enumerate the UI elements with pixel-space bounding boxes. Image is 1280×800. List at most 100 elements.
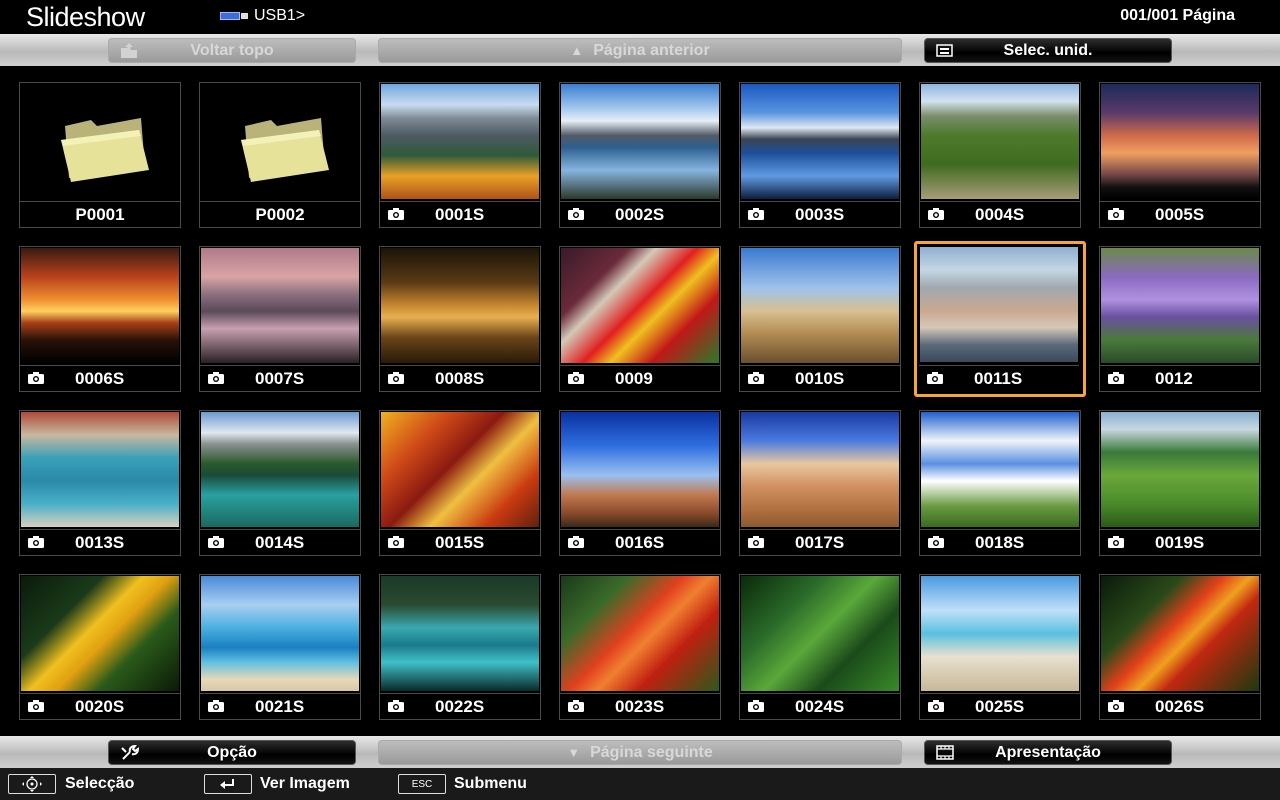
camera-icon	[388, 536, 404, 548]
camera-icon	[1108, 208, 1124, 220]
image-tile[interactable]: 0018S	[919, 410, 1081, 556]
option-label: Opção	[207, 743, 257, 761]
triangle-up-icon: ▲	[570, 43, 584, 58]
tile-caption: 0008S	[380, 365, 540, 391]
image-tile[interactable]: 0015S	[379, 410, 541, 556]
tile-label: 0026S	[1155, 697, 1205, 716]
image-tile[interactable]: 0005S	[1099, 82, 1261, 228]
image-thumbnail	[921, 576, 1079, 691]
camera-icon	[928, 700, 944, 712]
tile-caption: 0019S	[1100, 529, 1260, 555]
tile-label: 0020S	[75, 697, 125, 716]
image-tile[interactable]: 0010S	[739, 246, 901, 392]
tile-label: 0025S	[975, 697, 1025, 716]
image-tile[interactable]: 0012	[1099, 246, 1261, 392]
image-tile[interactable]: 0022S	[379, 574, 541, 720]
tile-caption: P0001	[20, 201, 180, 227]
image-tile[interactable]: 0019S	[1099, 410, 1261, 556]
back-to-top-button[interactable]: Voltar topo	[108, 38, 356, 63]
tile-caption: 0022S	[380, 693, 540, 719]
source-label: USB1>	[254, 7, 306, 24]
image-thumbnail	[921, 412, 1079, 527]
image-thumbnail	[921, 84, 1079, 199]
camera-icon	[28, 700, 44, 712]
image-tile[interactable]: 0014S	[199, 410, 361, 556]
camera-icon	[748, 700, 764, 712]
tile-label: 0006S	[75, 369, 125, 388]
camera-icon	[748, 372, 764, 384]
option-button[interactable]: Opção	[108, 740, 356, 765]
tile-caption: 0021S	[200, 693, 360, 719]
camera-icon	[1108, 700, 1124, 712]
tile-label: 0009	[615, 369, 653, 388]
tile-caption: 0018S	[920, 529, 1080, 555]
tile-label: 0019S	[1155, 533, 1205, 552]
image-thumbnail	[1101, 412, 1259, 527]
presentation-button[interactable]: Apresentação	[924, 740, 1172, 765]
image-tile[interactable]: 0026S	[1099, 574, 1261, 720]
tile-label: 0011S	[974, 369, 1023, 388]
image-tile[interactable]: 0021S	[199, 574, 361, 720]
image-tile[interactable]: 0016S	[559, 410, 721, 556]
image-tile[interactable]: 0023S	[559, 574, 721, 720]
image-thumbnail	[21, 248, 179, 363]
tile-caption: 0013S	[20, 529, 180, 555]
camera-icon	[568, 372, 584, 384]
image-tile[interactable]: 0017S	[739, 410, 901, 556]
camera-icon	[208, 700, 224, 712]
tile-label: 0002S	[615, 205, 665, 224]
tile-label: 0008S	[435, 369, 485, 388]
image-thumbnail	[381, 412, 539, 527]
image-tile[interactable]: 0004S	[919, 82, 1081, 228]
next-page-label: Página seguinte	[590, 743, 713, 761]
camera-icon	[208, 536, 224, 548]
image-tile[interactable]: 0020S	[19, 574, 181, 720]
image-tile[interactable]: 0008S	[379, 246, 541, 392]
folder-tile[interactable]: P0002	[199, 82, 361, 228]
tile-caption: 0015S	[380, 529, 540, 555]
image-thumbnail	[741, 84, 899, 199]
tile-caption: 0009	[560, 365, 720, 391]
tile-label: 0023S	[615, 697, 665, 716]
triangle-down-icon: ▼	[567, 745, 581, 760]
tile-label: 0016S	[615, 533, 665, 552]
previous-page-button[interactable]: ▲ Página anterior	[378, 38, 902, 63]
tile-label: 0010S	[795, 369, 845, 388]
tile-caption: 0004S	[920, 201, 1080, 227]
folder-thumbnail	[21, 84, 179, 199]
image-thumbnail	[741, 248, 899, 363]
image-tile[interactable]: 0007S	[199, 246, 361, 392]
select-hint: Selecção	[65, 775, 135, 792]
folder-icon	[61, 118, 149, 182]
image-tile[interactable]: 0025S	[919, 574, 1081, 720]
image-tile[interactable]: 0002S	[559, 82, 721, 228]
image-tile[interactable]: 0013S	[19, 410, 181, 556]
select-unit-button[interactable]: Selec. unid.	[924, 38, 1172, 63]
image-tile[interactable]: 0006S	[19, 246, 181, 392]
image-thumbnail	[21, 576, 179, 691]
drive-list-icon	[936, 44, 953, 57]
image-tile[interactable]: 0003S	[739, 82, 901, 228]
camera-icon	[28, 372, 44, 384]
camera-icon	[208, 372, 224, 384]
source-breadcrumb: USB1>	[220, 7, 305, 25]
folder-tile[interactable]: P0001	[19, 82, 181, 228]
image-tile[interactable]: 0011S	[914, 241, 1086, 397]
image-thumbnail	[561, 576, 719, 691]
image-thumbnail	[561, 248, 719, 363]
camera-icon	[568, 700, 584, 712]
camera-icon	[748, 536, 764, 548]
tile-caption: 0023S	[560, 693, 720, 719]
image-tile[interactable]: 0024S	[739, 574, 901, 720]
thumbnail-grid: P0001 P0002 0001S 0002S 0003S 0004S 0005S 0006S…	[19, 82, 1261, 722]
folder-icon	[241, 118, 329, 182]
tile-caption: 0011S	[919, 365, 1079, 391]
tile-label: 0024S	[795, 697, 845, 716]
next-page-button[interactable]: ▼ Página seguinte	[378, 740, 902, 765]
image-tile[interactable]: 0001S	[379, 82, 541, 228]
tile-label: 0014S	[255, 533, 305, 552]
camera-icon	[748, 208, 764, 220]
image-tile[interactable]: 0009	[559, 246, 721, 392]
tile-caption: 0024S	[740, 693, 900, 719]
dpad-key-icon	[8, 774, 56, 794]
